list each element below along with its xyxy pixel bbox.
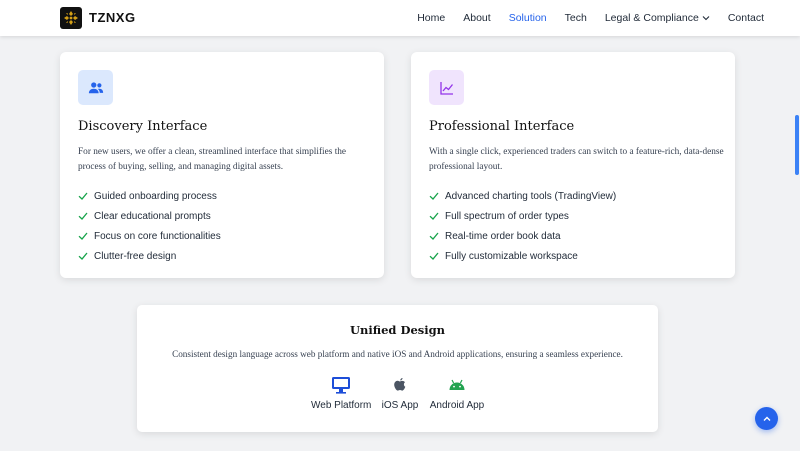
- feature-item: Real-time order book data: [429, 226, 616, 246]
- feature-item: Clear educational prompts: [78, 206, 221, 226]
- scrollbar-thumb[interactable]: [795, 115, 799, 175]
- card-title: Professional Interface: [429, 119, 575, 134]
- nav-link-about[interactable]: About: [463, 12, 490, 24]
- users-icon: [78, 70, 113, 105]
- card-title: Discovery Interface: [78, 119, 208, 134]
- apple-icon: [381, 375, 419, 395]
- feature-item: Focus on core functionalities: [78, 226, 221, 246]
- check-icon: [429, 212, 439, 220]
- unified-design-section: Unified Design Consistent design languag…: [137, 305, 658, 432]
- feature-label: Clear educational prompts: [94, 210, 211, 222]
- feature-label: Real-time order book data: [445, 230, 561, 242]
- chevron-down-icon: [702, 16, 710, 21]
- platform-web: Web Platform: [311, 375, 371, 411]
- feature-item: Clutter-free design: [78, 246, 221, 266]
- platform-ios: iOS App: [381, 375, 419, 411]
- nav-links: Home About Solution Tech Legal & Complia…: [399, 0, 764, 36]
- android-icon: [428, 375, 486, 395]
- feature-label: Advanced charting tools (TradingView): [445, 190, 617, 202]
- platform-android: Android App: [428, 375, 486, 411]
- feature-item: Full spectrum of order types: [429, 206, 616, 226]
- feature-label: Focus on core functionalities: [94, 230, 221, 242]
- check-icon: [429, 252, 439, 260]
- chevron-up-icon: [763, 416, 770, 421]
- feature-list: Guided onboarding process Clear educatio…: [78, 186, 221, 266]
- feature-label: Fully customizable workspace: [445, 250, 578, 262]
- chart-line-icon: [429, 70, 464, 105]
- professional-interface-card: Professional Interface With a single cli…: [411, 52, 735, 278]
- desktop-icon: [311, 375, 371, 395]
- unified-description: Consistent design language across web pl…: [172, 349, 623, 359]
- check-icon: [78, 212, 88, 220]
- check-icon: [78, 252, 88, 260]
- discovery-interface-card: Discovery Interface For new users, we of…: [60, 52, 384, 278]
- scroll-to-top-button[interactable]: [755, 407, 778, 430]
- check-icon: [429, 232, 439, 240]
- nav-link-contact[interactable]: Contact: [728, 12, 764, 24]
- platform-label: iOS App: [381, 400, 419, 411]
- platform-label: Web Platform: [311, 400, 372, 411]
- card-description: For new users, we offer a clean, streaml…: [78, 147, 347, 172]
- nav-link-solution[interactable]: Solution: [509, 12, 547, 24]
- nav-link-tech[interactable]: Tech: [565, 12, 587, 24]
- check-icon: [78, 232, 88, 240]
- feature-label: Full spectrum of order types: [445, 210, 569, 222]
- nav-link-legal-label: Legal & Compliance: [604, 12, 699, 24]
- brand-logo-icon[interactable]: [60, 7, 82, 29]
- feature-item: Fully customizable workspace: [429, 246, 616, 266]
- feature-label: Clutter-free design: [94, 250, 177, 262]
- feature-item: Advanced charting tools (TradingView): [429, 186, 616, 206]
- navbar: TZNXG Home About Solution Tech Legal & C…: [0, 0, 800, 36]
- unified-title: Unified Design: [349, 323, 445, 337]
- check-icon: [78, 192, 88, 200]
- brand-name[interactable]: TZNXG: [89, 10, 136, 25]
- platform-label: Android App: [429, 400, 485, 411]
- feature-list: Advanced charting tools (TradingView) Fu…: [429, 186, 616, 266]
- feature-item: Guided onboarding process: [78, 186, 221, 206]
- check-icon: [429, 192, 439, 200]
- feature-label: Guided onboarding process: [94, 190, 217, 202]
- nav-link-home[interactable]: Home: [417, 12, 445, 24]
- nav-link-legal-compliance[interactable]: Legal & Compliance: [605, 12, 710, 24]
- card-description: With a single click, experienced traders…: [429, 147, 724, 172]
